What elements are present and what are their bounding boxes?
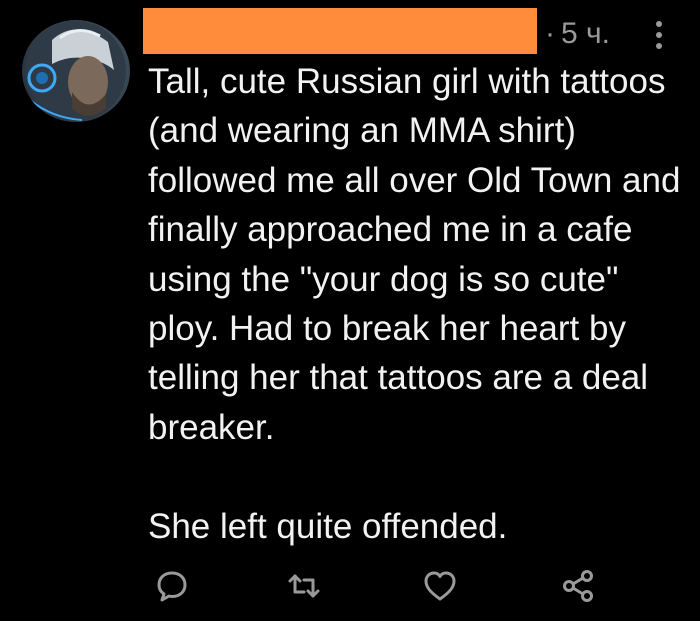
- meta-separator: ·: [545, 17, 555, 50]
- post-timestamp: 5 ч.: [561, 17, 610, 50]
- heart-icon[interactable]: [422, 568, 458, 604]
- username-redaction: [143, 8, 537, 54]
- more-vertical-icon[interactable]: [649, 18, 669, 52]
- repost-icon[interactable]: [286, 568, 322, 604]
- reply-bubble-icon[interactable]: [154, 568, 190, 604]
- share-icon[interactable]: [560, 568, 596, 604]
- post-body: Tall, cute Russian girl with tattoos (an…: [148, 62, 681, 546]
- avatar[interactable]: [22, 20, 130, 122]
- action-bar: [0, 568, 700, 608]
- post-meta: · 5 ч.: [545, 14, 610, 54]
- astronaut-avatar-image: [26, 21, 126, 121]
